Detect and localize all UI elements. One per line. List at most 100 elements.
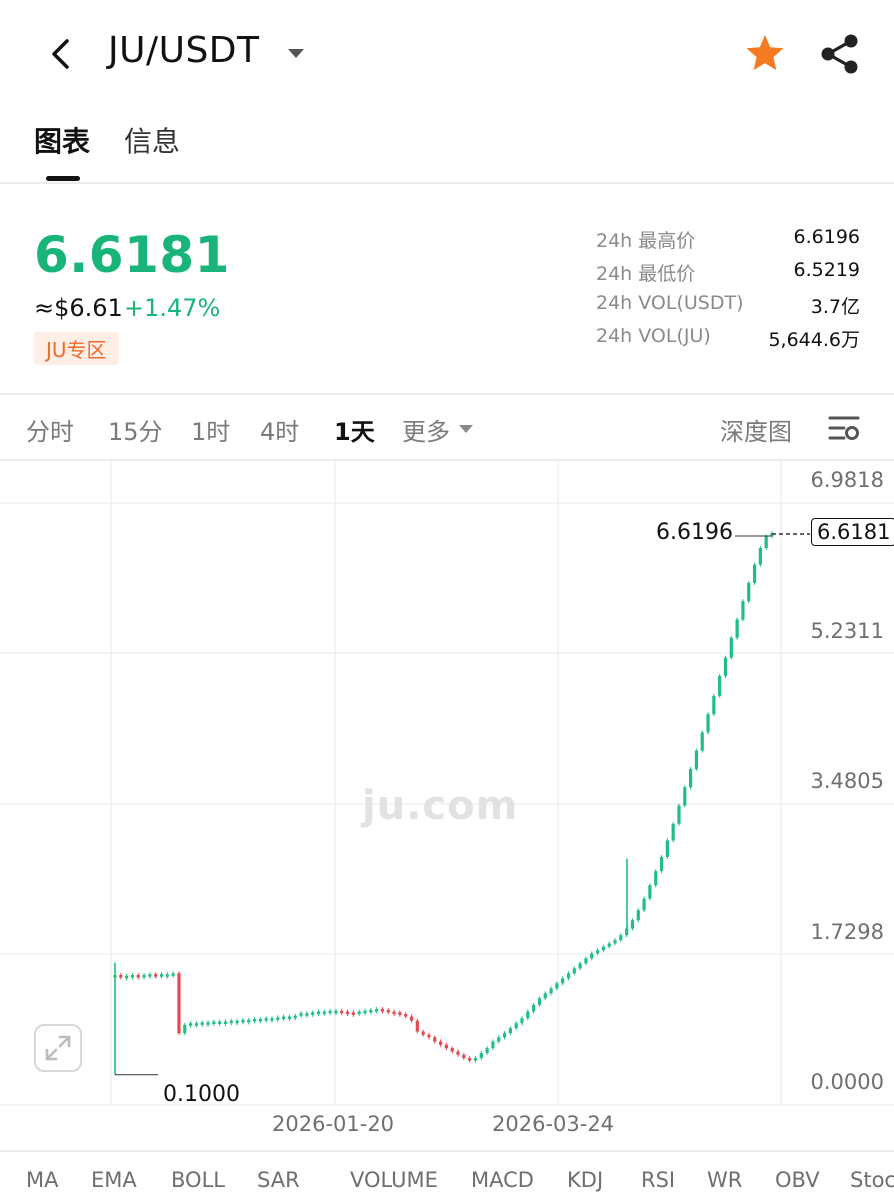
candle xyxy=(526,1011,530,1019)
candle xyxy=(328,1010,332,1014)
candle xyxy=(764,536,768,549)
candle xyxy=(282,1016,286,1020)
x-tick-label: 2026-01-20 xyxy=(272,1112,395,1136)
candle xyxy=(375,1009,379,1012)
change-percent: +1.47% xyxy=(124,294,221,322)
candle xyxy=(293,1015,297,1019)
stat-value-vol-usdt: 3.7亿 xyxy=(810,296,860,318)
candle xyxy=(183,1024,187,1034)
candle xyxy=(252,1019,257,1022)
candle xyxy=(380,1009,385,1012)
indicator-wr[interactable]: WR xyxy=(707,1168,742,1192)
candle xyxy=(392,1011,396,1015)
candle xyxy=(572,968,576,974)
candle xyxy=(654,871,658,886)
candle xyxy=(299,1013,303,1016)
indicator-boll[interactable]: BOLL xyxy=(171,1168,225,1192)
candle xyxy=(369,1009,373,1013)
candle xyxy=(508,1028,512,1034)
caret-down-icon[interactable] xyxy=(458,424,474,434)
tab-info[interactable]: 信息 xyxy=(124,120,180,160)
candle xyxy=(311,1012,315,1015)
candle xyxy=(241,1019,245,1023)
candle xyxy=(642,898,646,911)
current-price-label: 6.6181 xyxy=(811,518,894,546)
indicator-macd[interactable]: MACD xyxy=(471,1168,534,1192)
candle xyxy=(625,928,629,936)
indicator-sar[interactable]: SAR xyxy=(257,1168,300,1192)
low-price-marker: 0.1000 xyxy=(163,1082,240,1107)
divider xyxy=(0,1150,894,1152)
candle xyxy=(479,1053,483,1059)
candle xyxy=(584,958,588,964)
candle xyxy=(194,1023,198,1026)
candle xyxy=(712,695,716,715)
candle xyxy=(613,940,617,944)
indicator-rsi[interactable]: RSI xyxy=(641,1168,675,1192)
y-tick-label: 1.7298 xyxy=(810,920,884,944)
candle xyxy=(322,1011,326,1015)
candle xyxy=(130,975,135,978)
timeframe-more[interactable]: 更多 xyxy=(402,412,450,447)
candle xyxy=(491,1041,495,1049)
timeframe-1h[interactable]: 1时 xyxy=(191,412,230,447)
stat-value-high: 6.6196 xyxy=(793,226,860,248)
timeframe-1d[interactable]: 1天 xyxy=(334,412,375,447)
candle xyxy=(212,1021,216,1025)
indicator-kdj[interactable]: KDJ xyxy=(567,1168,603,1192)
candle xyxy=(462,1054,466,1059)
candle xyxy=(532,1004,536,1012)
depth-chart-button[interactable]: 深度图 xyxy=(720,412,792,447)
back-button[interactable] xyxy=(40,34,80,74)
candle xyxy=(223,1021,228,1025)
chart-settings-icon[interactable] xyxy=(826,410,862,446)
share-icon[interactable] xyxy=(818,32,862,76)
indicator-stoch[interactable]: Stoc xyxy=(850,1168,894,1192)
candle xyxy=(218,1021,222,1025)
candle xyxy=(438,1041,443,1045)
candle xyxy=(171,973,175,976)
caret-down-icon[interactable] xyxy=(286,46,306,60)
candle xyxy=(636,910,640,921)
y-tick-label: 3.4805 xyxy=(810,769,884,793)
candle xyxy=(305,1013,309,1016)
candle xyxy=(119,975,123,978)
candle xyxy=(677,805,681,824)
candle xyxy=(607,943,611,947)
y-tick-label: 6.9818 xyxy=(810,468,884,492)
candle xyxy=(514,1023,518,1029)
candle xyxy=(718,675,722,696)
y-tick-label: 0.0000 xyxy=(810,1070,884,1094)
candle xyxy=(671,823,675,841)
candle xyxy=(287,1016,292,1020)
candle xyxy=(409,1016,414,1021)
chevron-left-icon xyxy=(52,39,69,69)
candle xyxy=(363,1010,367,1014)
tab-chart[interactable]: 图表 xyxy=(34,120,90,160)
timeframe-15m[interactable]: 15分 xyxy=(108,412,163,447)
timeframe-4h[interactable]: 4时 xyxy=(260,412,299,447)
indicator-ma[interactable]: MA xyxy=(26,1168,58,1192)
candle xyxy=(159,974,164,977)
candle xyxy=(450,1048,454,1052)
indicator-ema[interactable]: EMA xyxy=(91,1168,137,1192)
star-icon[interactable] xyxy=(744,32,786,74)
active-tab-indicator xyxy=(46,176,80,181)
candle xyxy=(735,619,739,638)
timeframe-timeshare[interactable]: 分时 xyxy=(26,412,74,447)
candle xyxy=(619,935,623,941)
fullscreen-button[interactable] xyxy=(34,1024,82,1072)
pair-title[interactable]: JU/USDT xyxy=(108,30,260,71)
zone-badge[interactable]: JU专区 xyxy=(34,332,119,365)
watermark: ju.com xyxy=(362,783,519,829)
candle xyxy=(723,657,728,676)
candle xyxy=(659,857,664,872)
candle xyxy=(404,1014,408,1017)
indicator-volume[interactable]: VOLUME xyxy=(350,1168,438,1192)
candle xyxy=(595,950,600,954)
candle xyxy=(270,1018,274,1021)
indicator-obv[interactable]: OBV xyxy=(775,1168,820,1192)
stat-label-vol-usdt: 24h VOL(USDT) xyxy=(596,292,744,314)
stat-value-vol-ju: 5,644.6万 xyxy=(768,329,860,351)
candle xyxy=(729,637,733,658)
